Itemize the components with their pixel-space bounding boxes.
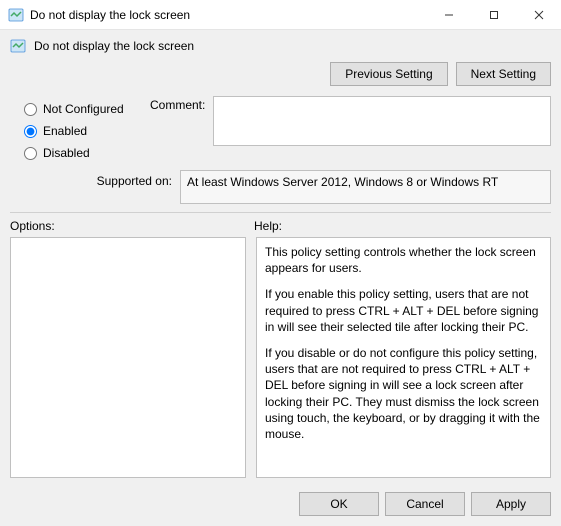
supported-on-value: At least Windows Server 2012, Windows 8 … <box>180 170 551 204</box>
radio-not-configured-input[interactable] <box>24 103 37 116</box>
nav-row: Previous Setting Next Setting <box>0 58 561 96</box>
app-icon <box>8 7 24 23</box>
close-button[interactable] <box>516 0 561 29</box>
radio-disabled-input[interactable] <box>24 147 37 160</box>
comment-label: Comment: <box>150 96 213 112</box>
radio-not-configured[interactable]: Not Configured <box>10 98 150 120</box>
options-label: Options: <box>10 219 254 233</box>
maximize-button[interactable] <box>471 0 516 29</box>
next-setting-button[interactable]: Next Setting <box>456 62 551 86</box>
radio-disabled[interactable]: Disabled <box>10 142 150 164</box>
radio-enabled-label: Enabled <box>43 124 87 138</box>
footer: OK Cancel Apply <box>0 486 561 526</box>
window-controls <box>426 0 561 29</box>
radio-enabled[interactable]: Enabled <box>10 120 150 142</box>
radio-enabled-input[interactable] <box>24 125 37 138</box>
state-radio-group: Not Configured Enabled Disabled <box>10 96 150 164</box>
policy-icon <box>10 38 26 54</box>
supported-on-label: Supported on: <box>10 170 180 188</box>
cancel-button[interactable]: Cancel <box>385 492 465 516</box>
help-label: Help: <box>254 219 551 233</box>
ok-button[interactable]: OK <box>299 492 379 516</box>
previous-setting-button[interactable]: Previous Setting <box>330 62 447 86</box>
window-title: Do not display the lock screen <box>30 8 426 22</box>
radio-disabled-label: Disabled <box>43 146 90 160</box>
help-paragraph: This policy setting controls whether the… <box>265 244 542 276</box>
minimize-button[interactable] <box>426 0 471 29</box>
apply-button[interactable]: Apply <box>471 492 551 516</box>
comment-textarea[interactable] <box>213 96 551 146</box>
options-panel <box>10 237 246 478</box>
radio-not-configured-label: Not Configured <box>43 102 124 116</box>
help-paragraph: If you enable this policy setting, users… <box>265 286 542 335</box>
titlebar: Do not display the lock screen <box>0 0 561 30</box>
help-paragraph: If you disable or do not configure this … <box>265 345 542 442</box>
policy-title: Do not display the lock screen <box>34 39 551 53</box>
help-panel: This policy setting controls whether the… <box>256 237 551 478</box>
policy-header: Do not display the lock screen <box>0 30 561 58</box>
divider <box>10 212 551 213</box>
